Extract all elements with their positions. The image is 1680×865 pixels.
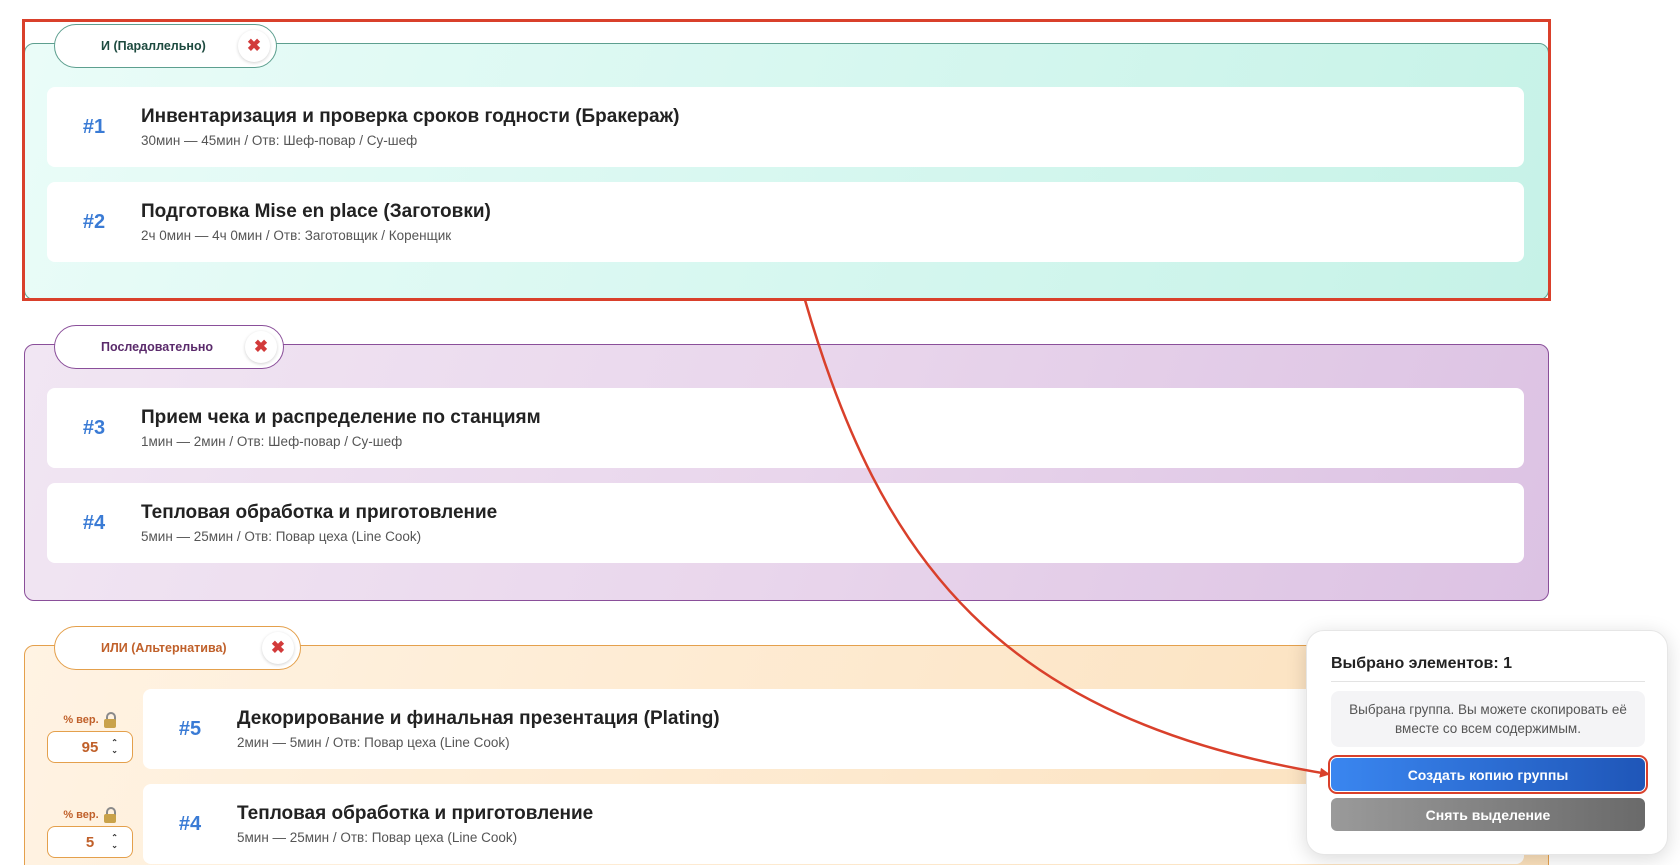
group-type-pill: Последовательно ✖ <box>54 325 284 369</box>
probability-control: % вер. 5 ⌃ ⌄ <box>47 806 133 858</box>
probability-label: % вер. <box>63 809 99 821</box>
divider <box>1331 681 1645 682</box>
probability-label: % вер. <box>63 714 99 726</box>
clear-selection-button[interactable]: Снять выделение <box>1331 798 1645 831</box>
task-number: #5 <box>178 717 202 740</box>
task-details: 30мин — 45мин / Отв: Шеф-повар / Су-шеф <box>141 133 418 148</box>
lock-icon[interactable] <box>103 712 117 728</box>
task-details: 5мин — 25мин / Отв: Повар цеха (Line Coo… <box>141 529 422 544</box>
task-details: 5мин — 25мин / Отв: Повар цеха (Line Coo… <box>237 830 518 845</box>
probability-value: 5 <box>85 833 95 851</box>
task-number: #4 <box>178 812 202 835</box>
task-title: Инвентаризация и проверка сроков годност… <box>141 106 680 127</box>
task-card[interactable]: #2 Подготовка Mise en place (Заготовки) … <box>47 182 1524 262</box>
task-title: Тепловая обработка и приготовление <box>237 803 594 824</box>
stepper-icon[interactable]: ⌃ ⌄ <box>111 834 118 850</box>
probability-input[interactable]: 5 ⌃ ⌄ <box>47 826 133 858</box>
group-type-pill: И (Параллельно) ✖ <box>54 24 277 68</box>
task-details: 2ч 0мин — 4ч 0мин / Отв: Заготовщик / Ко… <box>141 228 452 243</box>
selection-info: Выбрана группа. Вы можете скопировать её… <box>1331 691 1645 747</box>
task-title: Декорирование и финальная презентация (P… <box>237 708 720 729</box>
task-title: Подготовка Mise en place (Заготовки) <box>141 201 491 222</box>
group-type-label: ИЛИ (Альтернатива) <box>101 641 227 655</box>
group-type-label: И (Параллельно) <box>101 39 206 53</box>
copy-group-button[interactable]: Создать копию группы <box>1328 755 1648 794</box>
group-sequential[interactable]: Последовательно ✖ #3 Прием чека и распре… <box>24 325 1549 601</box>
probability-input[interactable]: 95 ⌃ ⌄ <box>47 731 133 763</box>
task-card[interactable]: #4 Тепловая обработка и приготовление 5м… <box>47 483 1524 563</box>
selection-panel: Выбрано элементов: 1 Выбрана группа. Вы … <box>1306 630 1668 855</box>
stepper-icon[interactable]: ⌃ ⌄ <box>111 739 118 755</box>
task-details: 1мин — 2мин / Отв: Шеф-повар / Су-шеф <box>141 434 403 449</box>
group-type-label: Последовательно <box>101 340 214 354</box>
task-number: #2 <box>82 210 106 233</box>
task-number: #1 <box>82 115 106 138</box>
task-card[interactable]: #1 Инвентаризация и проверка сроков годн… <box>47 87 1524 167</box>
selection-count: Выбрано элементов: 1 <box>1331 655 1513 672</box>
workflow-canvas: И (Параллельно) ✖ #1 Инвентаризация и пр… <box>0 0 1680 865</box>
task-details: 2мин — 5мин / Отв: Повар цеха (Line Cook… <box>237 735 510 750</box>
remove-group-icon[interactable]: ✖ <box>262 632 294 664</box>
remove-group-icon[interactable]: ✖ <box>238 30 270 62</box>
task-number: #4 <box>82 511 106 534</box>
probability-control: % вер. 95 ⌃ ⌄ <box>47 711 133 763</box>
remove-group-icon[interactable]: ✖ <box>245 331 277 363</box>
task-number: #3 <box>82 416 106 439</box>
probability-value: 95 <box>81 738 99 756</box>
task-title: Тепловая обработка и приготовление <box>141 502 498 523</box>
task-card[interactable]: #3 Прием чека и распределение по станция… <box>47 388 1524 468</box>
group-type-pill: ИЛИ (Альтернатива) ✖ <box>54 626 301 670</box>
task-title: Прием чека и распределение по станциям <box>141 407 541 428</box>
group-parallel[interactable]: И (Параллельно) ✖ #1 Инвентаризация и пр… <box>24 24 1549 300</box>
lock-icon[interactable] <box>103 807 117 823</box>
